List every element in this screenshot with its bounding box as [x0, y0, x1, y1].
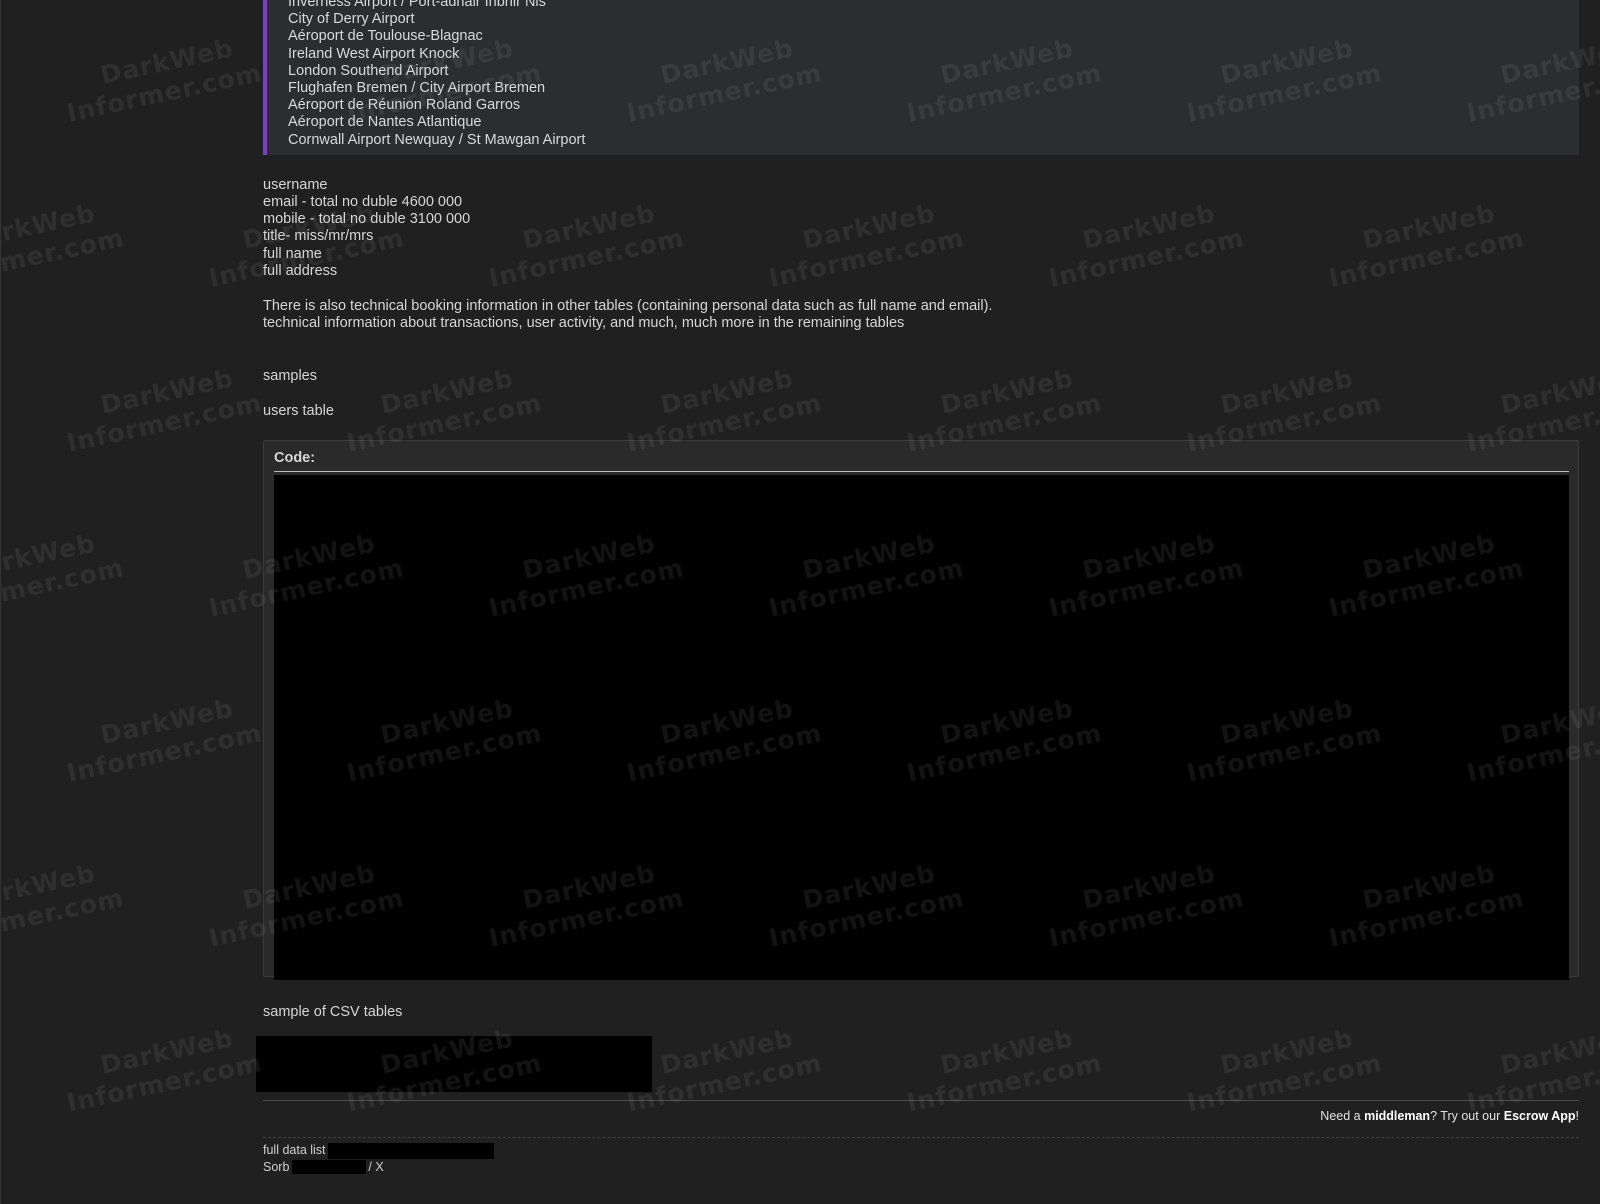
signature: full data list Sorb / X: [263, 1142, 494, 1175]
airport-item: Aéroport de Toulouse-Blagnac: [288, 28, 483, 45]
technical-line: There is also technical booking informat…: [263, 298, 993, 315]
code-block: Code:: [263, 439, 1579, 981]
airport-quote-block: Inverness Airport / Port-adhair Inbhir N…: [263, 0, 1579, 155]
watermark-line: Informer.com: [64, 388, 265, 458]
redacted-link[interactable]: [292, 1160, 367, 1175]
field-item: title- miss/mr/mrs: [263, 228, 374, 245]
airport-item: London Southend Airport: [288, 62, 449, 79]
watermark-text: DarkWebInformer.com: [1178, 1019, 1385, 1119]
redacted-link[interactable]: [327, 1142, 494, 1159]
airport-item: City of Derry Airport: [288, 11, 415, 28]
watermark-line: Informer.com: [904, 1048, 1105, 1118]
airport-item: Aéroport de Nantes Atlantique: [288, 114, 482, 131]
watermark-line: DarkWeb: [97, 363, 237, 420]
field-item: username: [263, 176, 328, 193]
watermark-text: DarkWebInformer.com: [1458, 1019, 1600, 1119]
signature-line-full-data: full data list: [263, 1142, 494, 1159]
watermark-line: DarkWeb: [0, 858, 99, 915]
field-item: full address: [263, 262, 338, 279]
csv-sample-redacted-image: [256, 1036, 652, 1092]
middleman-link[interactable]: middleman: [1364, 1109, 1430, 1123]
airport-item: Inverness Airport / Port-adhair Inbhir N…: [288, 0, 546, 10]
watermark-line: Informer.com: [64, 1048, 265, 1118]
field-item: full name: [263, 245, 322, 262]
watermark-line: Informer.com: [64, 58, 265, 128]
watermark-text: DarkWebInformer.com: [0, 194, 127, 294]
watermark-text: DarkWebInformer.com: [58, 29, 265, 129]
csv-sample-label: sample of CSV tables: [263, 1003, 403, 1020]
airport-item: Aéroport de Réunion Roland Garros: [288, 97, 521, 114]
signature-line-sorb: Sorb / X: [263, 1159, 494, 1175]
airport-item: Ireland West Airport Knock: [288, 45, 460, 62]
users-table-label: users table: [263, 402, 334, 419]
watermark-line: DarkWeb: [0, 198, 99, 255]
forum-post-page: Inverness Airport / Port-adhair Inbhir N…: [0, 0, 1600, 1204]
watermark-line: DarkWeb: [1217, 1023, 1357, 1080]
field-item: email - total no duble 4600 000: [263, 194, 463, 211]
watermark-line: DarkWeb: [97, 693, 237, 750]
technical-info: There is also technical booking informat…: [263, 298, 1579, 332]
samples-label: samples: [263, 368, 317, 385]
technical-line: technical information about transactions…: [263, 315, 905, 332]
code-block-redacted-content[interactable]: [274, 475, 1569, 981]
watermark-line: DarkWeb: [937, 1023, 1077, 1080]
watermark-line: Informer.com: [0, 553, 127, 623]
watermark-text: DarkWebInformer.com: [0, 524, 127, 624]
sorb-suffix: / X: [368, 1159, 384, 1174]
field-item: mobile - total no duble 3100 000: [263, 211, 471, 228]
promo-text: Need a: [1320, 1109, 1365, 1123]
watermark-line: DarkWeb: [0, 528, 99, 585]
sorb-label: Sorb: [263, 1159, 290, 1174]
field-list: username email - total no duble 4600 000…: [263, 177, 1579, 280]
code-block-title: Code:: [274, 450, 1569, 473]
full-data-list-label: full data list: [263, 1143, 326, 1157]
post-content: Inverness Airport / Port-adhair Inbhir N…: [263, 0, 1579, 1021]
page-left-border: [0, 0, 1, 1204]
escrow-promo: Need a middleman? Try out our Escrow App…: [1320, 1109, 1579, 1123]
watermark-line: Informer.com: [64, 718, 265, 788]
post-footer-divider: [263, 1100, 1579, 1101]
watermark-line: Informer.com: [0, 883, 127, 953]
airport-item: Flughafen Bremen / City Airport Bremen: [288, 80, 546, 97]
watermark-text: DarkWebInformer.com: [58, 359, 265, 459]
airport-item: Cornwall Airport Newquay / St Mawgan Air…: [288, 131, 586, 148]
watermark-line: DarkWeb: [1497, 1023, 1600, 1080]
watermark-line: Informer.com: [624, 1048, 825, 1118]
watermark-text: DarkWebInformer.com: [58, 689, 265, 789]
signature-divider: [263, 1137, 1579, 1138]
promo-text: ? Try out our: [1430, 1109, 1504, 1123]
watermark-text: DarkWebInformer.com: [58, 1019, 265, 1119]
watermark-line: DarkWeb: [97, 1023, 237, 1080]
escrow-app-link[interactable]: Escrow App: [1504, 1109, 1576, 1123]
promo-text: !: [1575, 1109, 1579, 1123]
watermark-text: DarkWebInformer.com: [898, 1019, 1105, 1119]
watermark-text: DarkWebInformer.com: [0, 854, 127, 954]
watermark-line: Informer.com: [0, 223, 127, 293]
watermark-line: DarkWeb: [97, 33, 237, 90]
